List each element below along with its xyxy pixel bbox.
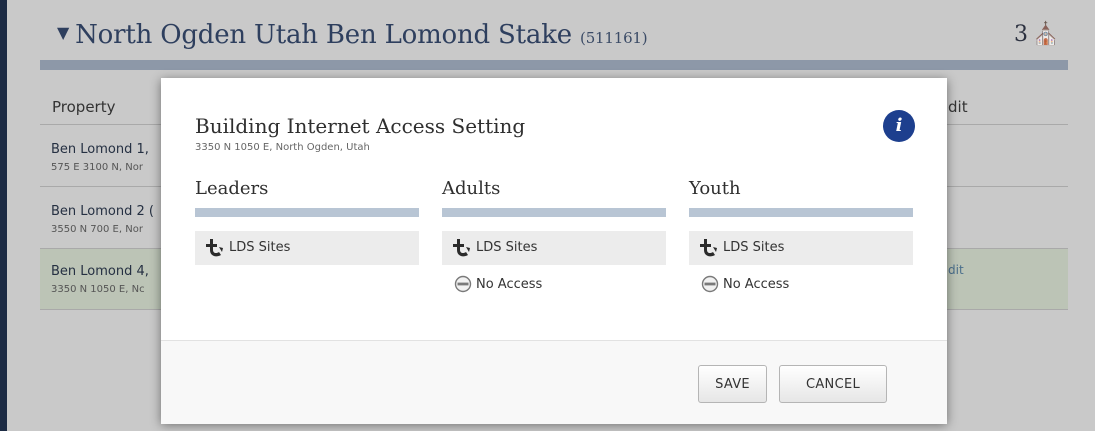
option-lds-sites-youth[interactable]: LDS Sites <box>689 231 913 265</box>
column-leaders: Leaders LDS Sites <box>195 178 419 265</box>
column-header-edit: dit <box>948 98 968 116</box>
building-count: 3 ⛪ <box>1014 22 1059 47</box>
cancel-button[interactable]: CANCEL <box>779 365 887 403</box>
dialog-footer: SAVE CANCEL <box>161 340 947 424</box>
lds-sites-icon <box>451 238 471 262</box>
option-no-access-youth[interactable]: No Access <box>689 271 913 301</box>
dialog-address: 3350 N 1050 E, North Ogden, Utah <box>195 142 370 153</box>
option-label: LDS Sites <box>723 240 785 255</box>
row-property-name: Ben Lomond 1, <box>51 142 149 157</box>
option-label: No Access <box>723 277 790 292</box>
internet-access-dialog: Building Internet Access Setting 3350 N … <box>161 78 947 424</box>
stake-title[interactable]: ▼ North Ogden Utah Ben Lomond Stake (5111… <box>57 20 648 50</box>
lds-sites-icon <box>204 238 224 262</box>
building-count-value: 3 <box>1014 22 1028 47</box>
column-title-adults: Adults <box>442 178 501 199</box>
column-title-leaders: Leaders <box>195 178 269 199</box>
collapse-caret-icon[interactable]: ▼ <box>57 23 69 42</box>
info-icon[interactable]: i <box>883 110 915 142</box>
option-label: LDS Sites <box>476 240 538 255</box>
option-lds-sites-leaders[interactable]: LDS Sites <box>195 231 419 265</box>
lds-sites-icon <box>698 238 718 262</box>
stake-header-bar <box>40 60 1068 70</box>
row-property-name: Ben Lomond 2 ( <box>51 204 154 219</box>
left-sidebar-edge <box>0 0 7 431</box>
row-property-name: Ben Lomond 4, <box>51 264 149 279</box>
row-property-address: 3350 N 1050 E, Nc <box>51 284 145 295</box>
no-access-icon <box>701 275 719 297</box>
edit-link[interactable]: dit <box>948 263 964 277</box>
row-property-address: 3550 N 700 E, Nor <box>51 224 143 235</box>
option-label: LDS Sites <box>229 240 291 255</box>
column-bar <box>442 208 666 217</box>
column-bar <box>195 208 419 217</box>
column-youth: Youth LDS Sites No Access <box>689 178 913 301</box>
no-access-icon <box>454 275 472 297</box>
option-lds-sites-adults[interactable]: LDS Sites <box>442 231 666 265</box>
column-bar <box>689 208 913 217</box>
option-label: No Access <box>476 277 543 292</box>
dialog-title: Building Internet Access Setting <box>195 114 526 138</box>
stake-name: North Ogden Utah Ben Lomond Stake <box>75 20 572 50</box>
option-no-access-adults[interactable]: No Access <box>442 271 666 301</box>
save-button[interactable]: SAVE <box>698 365 767 403</box>
column-title-youth: Youth <box>689 178 741 199</box>
column-header-property: Property <box>52 98 116 116</box>
chapel-icon: ⛪ <box>1032 22 1060 47</box>
row-property-address: 575 E 3100 N, Nor <box>51 162 143 173</box>
column-adults: Adults LDS Sites No Access <box>442 178 666 301</box>
stake-unit-code: (511161) <box>580 29 648 47</box>
